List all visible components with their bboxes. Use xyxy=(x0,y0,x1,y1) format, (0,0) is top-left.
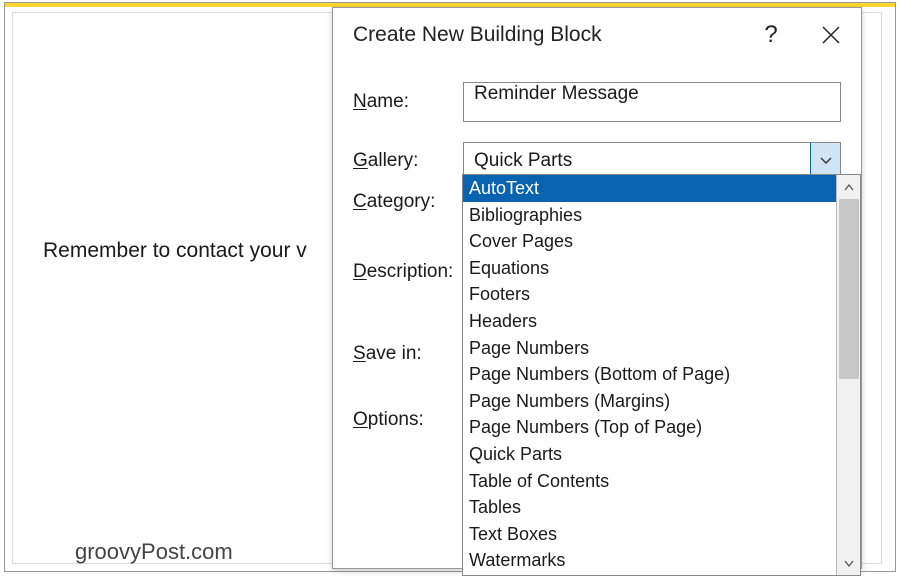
description-label: Description: xyxy=(353,261,473,283)
gallery-option[interactable]: Watermarks xyxy=(463,547,836,574)
gallery-option[interactable]: Page Numbers (Bottom of Page) xyxy=(463,361,836,388)
save-in-label: Save in: xyxy=(353,343,473,365)
gallery-option[interactable]: AutoText xyxy=(463,175,836,202)
dropdown-scrollbar[interactable] xyxy=(836,175,860,575)
gallery-option[interactable]: Text Boxes xyxy=(463,521,836,548)
scroll-down-button[interactable] xyxy=(837,551,860,575)
scroll-up-button[interactable] xyxy=(837,175,860,199)
gallery-option[interactable]: Page Numbers xyxy=(463,335,836,362)
dialog-title: Create New Building Block xyxy=(353,23,741,47)
scroll-track[interactable] xyxy=(837,199,860,551)
gallery-option[interactable]: Footers xyxy=(463,281,836,308)
close-button[interactable] xyxy=(801,8,861,62)
create-building-block-dialog: Create New Building Block ? Name: Remind… xyxy=(332,7,862,569)
gallery-dropdown-list[interactable]: AutoTextBibliographiesCover PagesEquatio… xyxy=(462,174,861,576)
gallery-option[interactable]: Quick Parts xyxy=(463,441,836,468)
gallery-option[interactable]: Equations xyxy=(463,255,836,282)
gallery-label: Gallery: xyxy=(353,150,463,172)
document-body-text: Remember to contact your v xyxy=(43,239,307,263)
dialog-titlebar: Create New Building Block ? xyxy=(333,8,861,62)
gallery-option[interactable]: Headers xyxy=(463,308,836,335)
gallery-option[interactable]: Table of Contents xyxy=(463,468,836,495)
watermark-text: groovyPost.com xyxy=(75,539,233,565)
chevron-down-icon xyxy=(820,157,832,165)
help-button[interactable]: ? xyxy=(741,8,801,62)
chevron-down-icon xyxy=(844,560,854,567)
gallery-option[interactable]: Tables xyxy=(463,494,836,521)
gallery-option[interactable]: Page Numbers (Margins) xyxy=(463,388,836,415)
scroll-thumb[interactable] xyxy=(839,199,859,379)
category-label: Category: xyxy=(353,191,473,213)
gallery-option[interactable]: Cover Pages xyxy=(463,228,836,255)
options-label: Options: xyxy=(353,409,473,431)
gallery-option[interactable]: Page Numbers (Top of Page) xyxy=(463,414,836,441)
name-label: Name: xyxy=(353,91,463,113)
close-icon xyxy=(822,26,840,44)
chevron-up-icon xyxy=(844,184,854,191)
name-input[interactable]: Reminder Message xyxy=(463,82,841,122)
gallery-option[interactable]: Bibliographies xyxy=(463,202,836,229)
